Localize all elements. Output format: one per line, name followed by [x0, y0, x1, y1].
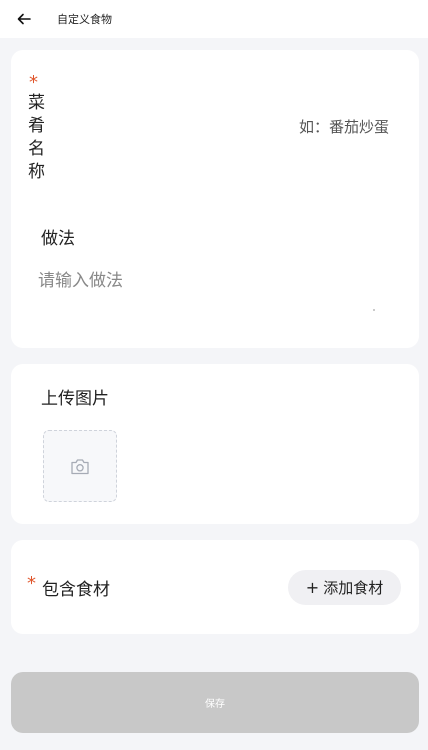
camera-icon	[71, 458, 89, 474]
dish-info-card: * 菜肴名称 做法	[11, 50, 419, 348]
required-mark: *	[27, 573, 36, 594]
dish-name-input[interactable]	[299, 114, 419, 140]
page-title: 自定义食物	[57, 13, 112, 26]
dish-name-label: 菜肴名称	[28, 93, 45, 182]
textarea-resize-handle	[373, 309, 375, 311]
upload-photo-label: 上传图片	[41, 389, 109, 409]
arrow-left-icon	[17, 13, 31, 25]
back-button[interactable]	[12, 8, 36, 30]
method-textarea[interactable]	[38, 266, 398, 336]
ingredients-label: 包含食材	[42, 580, 110, 600]
plus-icon: +	[305, 578, 320, 597]
ingredients-card: * 包含食材 + 添加食材	[11, 540, 419, 634]
top-bar: 自定义食物	[0, 0, 428, 38]
method-label: 做法	[41, 229, 75, 249]
save-label: 保存	[205, 699, 225, 710]
add-ingredient-label: 添加食材	[323, 579, 384, 597]
required-mark: *	[29, 72, 38, 93]
add-ingredient-button[interactable]: + 添加食材	[288, 570, 401, 605]
save-button[interactable]: 保存	[11, 672, 419, 733]
photo-upload-card: 上传图片	[11, 364, 419, 524]
photo-upload-button[interactable]	[43, 430, 117, 502]
